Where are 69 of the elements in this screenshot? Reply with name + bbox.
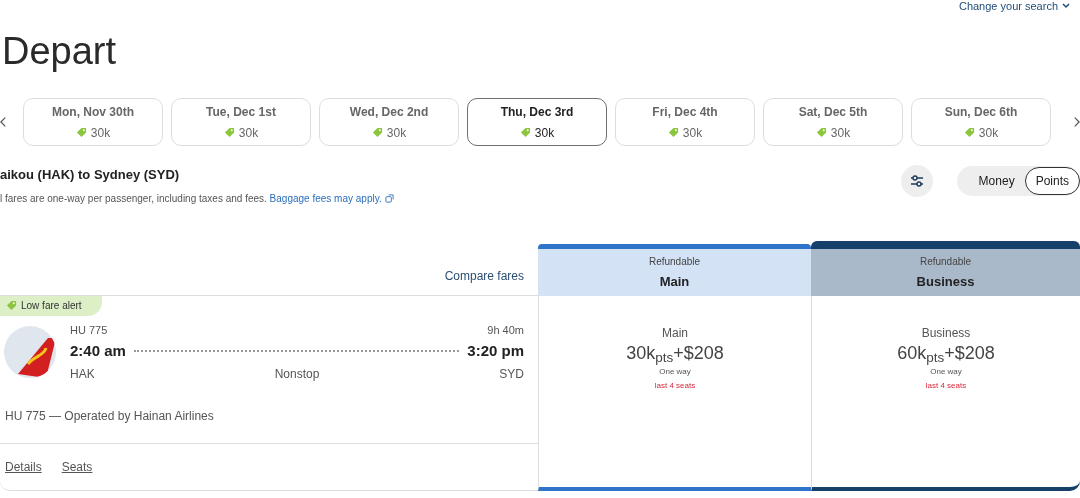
tag-icon xyxy=(667,127,679,138)
badge-text: Low fare alert xyxy=(21,299,82,313)
date-price: 30k xyxy=(978,124,999,142)
seats-left: last 4 seats xyxy=(925,380,967,392)
cabin-name: Business xyxy=(921,324,971,342)
fare-name: Business xyxy=(916,272,975,291)
tag-icon xyxy=(371,127,383,138)
fare-note: l fares are one-way per passenger, including taxes and fees. Baggage fees may apply. xyxy=(0,190,394,206)
fare-tag: Refundable xyxy=(919,253,972,269)
flight-number: HU 775 xyxy=(70,322,108,338)
tag-icon xyxy=(75,127,87,138)
date-label: Tue, Dec 1st xyxy=(206,103,276,121)
change-search-link[interactable]: Change your search xyxy=(958,0,1070,12)
trip-type: One way xyxy=(930,366,962,378)
date-price: 30k xyxy=(386,124,407,142)
stops-text: Nonstop xyxy=(274,365,320,383)
date-tab[interactable]: Fri, Dec 4th 30k xyxy=(615,98,755,146)
trip-type: One way xyxy=(659,366,691,378)
date-price: 30k xyxy=(830,124,851,142)
page-heading: Depart xyxy=(2,32,117,70)
filter-button[interactable] xyxy=(900,165,933,197)
flight-link[interactable]: Details xyxy=(5,457,42,476)
currency-option[interactable]: Money xyxy=(968,167,1025,195)
fare-price: 30k$_{pts}$+$208 xyxy=(626,341,724,364)
date-tab[interactable]: Wed, Dec 2nd 30k xyxy=(319,98,459,146)
date-tab[interactable]: Sat, Dec 5th 30k xyxy=(763,98,903,146)
sliders-icon xyxy=(908,173,925,189)
date-tab[interactable]: Sun, Dec 6th 30k xyxy=(911,98,1051,146)
date-tab[interactable]: Tue, Dec 1st 30k xyxy=(171,98,311,146)
date-label: Wed, Dec 2nd xyxy=(349,103,429,121)
flight-duration: 9h 40m xyxy=(487,322,524,338)
date-price: 30k xyxy=(534,124,555,142)
date-tab[interactable]: Thu, Dec 3rd 30k xyxy=(467,98,607,146)
destination-code: SYD xyxy=(499,365,524,383)
tag-icon xyxy=(6,300,17,311)
date-label: Mon, Nov 30th xyxy=(52,103,134,121)
airline-logo xyxy=(4,326,56,378)
tag-icon xyxy=(815,127,827,138)
seats-left: last 4 seats xyxy=(654,380,696,392)
date-price: 30k xyxy=(682,124,703,142)
tag-icon xyxy=(223,127,235,138)
route-title: aikou (HAK) to Sydney (SYD) xyxy=(0,166,180,184)
origin-code: HAK xyxy=(70,365,95,383)
fare-tag: Refundable xyxy=(648,253,701,269)
date-label: Fri, Dec 4th xyxy=(652,103,718,121)
currency-option[interactable]: Points xyxy=(1024,167,1080,195)
fare-option[interactable]: Main 30k$_{pts}$+$208 One way last 4 seats xyxy=(538,295,811,491)
baggage-fees-link[interactable]: Baggage fees may apply. xyxy=(269,192,382,204)
date-label: Sun, Dec 6th xyxy=(944,103,1018,121)
flight-link[interactable]: Seats xyxy=(61,457,93,476)
chevron-down-icon xyxy=(1062,2,1070,10)
compare-fares-link[interactable]: Compare fares xyxy=(444,266,524,285)
external-link-icon xyxy=(384,194,394,204)
tag-icon xyxy=(519,127,531,138)
fare-option[interactable]: Business 60k$_{pts}$+$208 One way last 4 seats xyxy=(811,295,1080,491)
chevron-left-icon[interactable] xyxy=(0,116,7,128)
tag-icon xyxy=(963,127,975,138)
date-tab[interactable]: Mon, Nov 30th 30k xyxy=(23,98,163,146)
date-label: Sat, Dec 5th xyxy=(798,103,868,121)
cabin-name: Main xyxy=(662,324,688,342)
operator-text: HU 775 — Operated by Hainan Airlines xyxy=(5,407,214,425)
date-price: 30k xyxy=(90,124,111,142)
arrival-time: 3:20 pm xyxy=(467,341,524,361)
fare-name: Main xyxy=(659,272,690,291)
departure-time: 2:40 am xyxy=(70,341,126,361)
fare-price: 60k$_{pts}$+$208 xyxy=(897,341,995,364)
date-label: Thu, Dec 3rd xyxy=(500,103,574,121)
date-price: 30k xyxy=(238,124,259,142)
chevron-right-icon[interactable] xyxy=(1073,116,1080,128)
